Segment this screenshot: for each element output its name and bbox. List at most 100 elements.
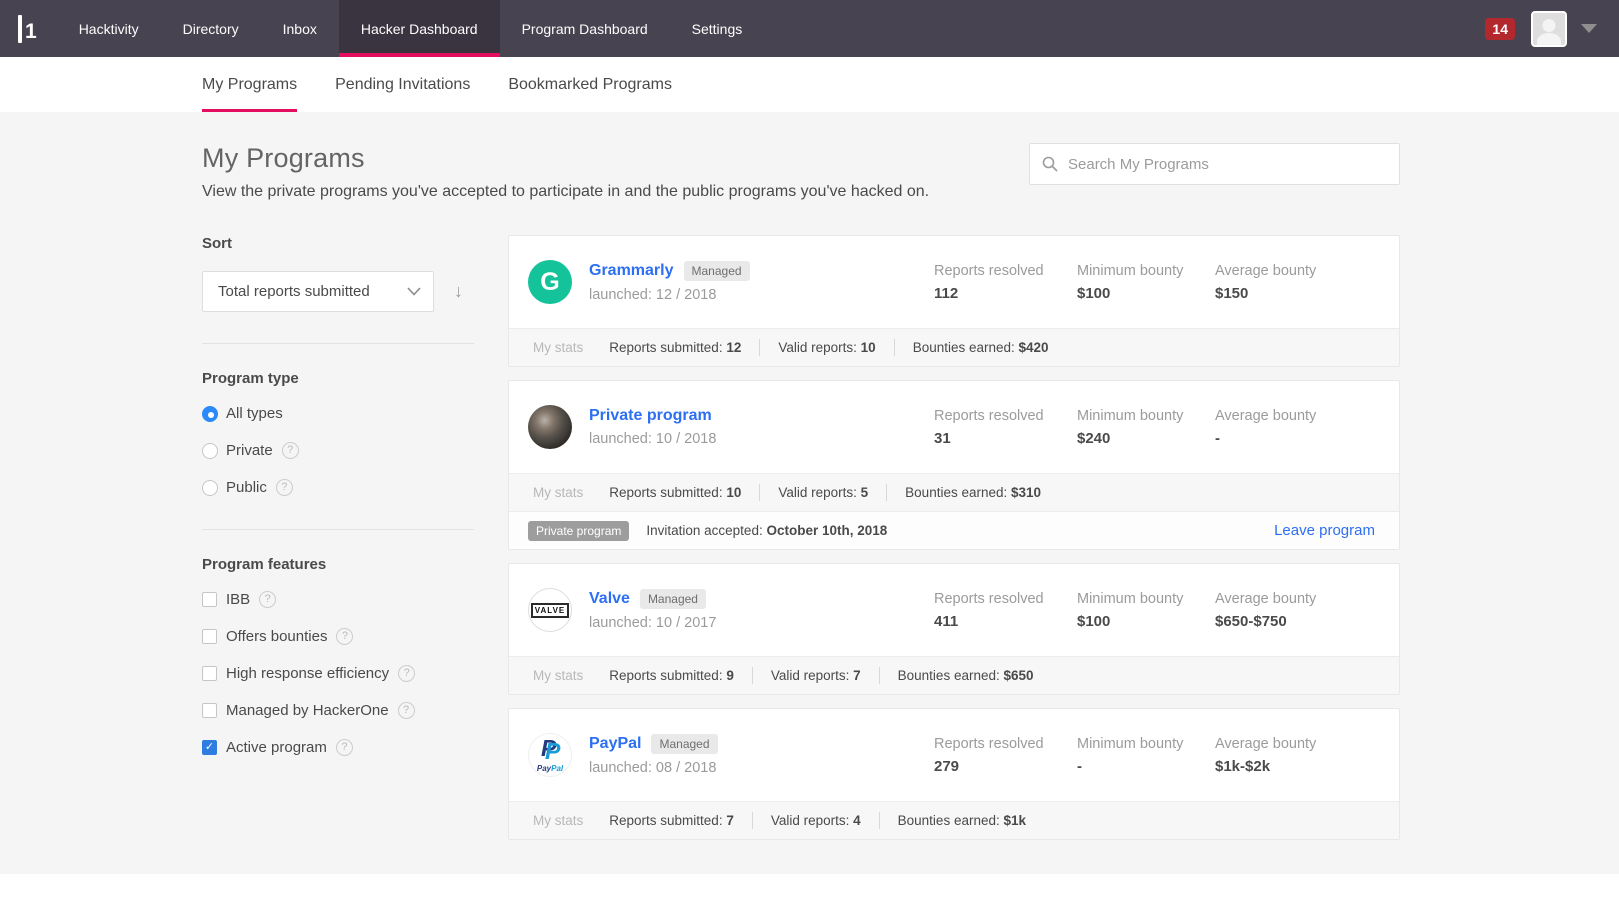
stat-divider <box>751 812 753 829</box>
stat-reports-resolved: Reports resolved 411 <box>934 591 1077 630</box>
program-feature-option-high-response-efficiency[interactable]: High response efficiency? <box>202 663 474 684</box>
my-stat-valid-reports: Valid reports: 5 <box>778 485 869 500</box>
nav-item-settings[interactable]: Settings <box>670 0 765 57</box>
nav-item-inbox[interactable]: Inbox <box>261 0 339 57</box>
launched-date: launched: 10 / 2017 <box>589 615 717 631</box>
program-list: G Grammarly Managed launched: 12 / 2018 Repo… <box>508 235 1400 853</box>
program-feature-options: IBB? Offers bounties? High response effici… <box>202 589 474 758</box>
help-icon[interactable]: ? <box>397 702 415 719</box>
my-stats-label: My stats <box>533 340 584 355</box>
nav-item-hacktivity[interactable]: Hacktivity <box>57 0 161 57</box>
my-stat-bounties-earned: Bounties earned: $420 <box>912 340 1049 355</box>
managed-badge: Managed <box>651 734 718 754</box>
stat-value: $240 <box>1077 429 1111 447</box>
program-card-main: Private program launched: 10 / 2018 Report… <box>509 381 1399 473</box>
checkbox-ibb[interactable] <box>202 592 217 607</box>
help-icon[interactable]: ? <box>281 442 299 459</box>
program-link-grammarly[interactable]: Grammarly <box>589 262 674 280</box>
leave-program-link[interactable]: Leave program <box>1274 522 1375 539</box>
checkbox-high-response-efficiency[interactable] <box>202 666 217 681</box>
search-input[interactable] <box>1029 143 1400 185</box>
page-header: My Programs View the private programs yo… <box>202 143 1400 201</box>
program-type-option-all-types[interactable]: All types <box>202 403 474 424</box>
stat-label: Minimum bounty <box>1077 735 1184 752</box>
program-type-option-private[interactable]: Private? <box>202 440 474 461</box>
checkbox-managed-by-hackerone[interactable] <box>202 703 217 718</box>
tab-my-programs[interactable]: My Programs <box>202 57 298 112</box>
program-type-option-public[interactable]: Public? <box>202 477 474 498</box>
program-type-options: All types Private? Public? <box>202 403 474 498</box>
nav-item-directory[interactable]: Directory <box>161 0 261 57</box>
stat-label: Average bounty <box>1215 590 1317 607</box>
option-label: Offers bounties <box>226 628 328 645</box>
checkbox-offers-bounties[interactable] <box>202 629 217 644</box>
option-label: Public <box>226 479 267 496</box>
nav-item-hacker-dashboard[interactable]: Hacker Dashboard <box>338 0 500 57</box>
help-icon[interactable]: ? <box>336 628 354 645</box>
tab-bookmarked-programs[interactable]: Bookmarked Programs <box>508 57 672 112</box>
managed-badge: Managed <box>639 589 706 609</box>
hackerone-logo[interactable]: 1 <box>0 0 57 57</box>
sort-direction-arrow-icon[interactable]: ↓ <box>454 281 463 302</box>
stat-average-bounty: Average bounty $1k-$2k <box>1215 736 1375 775</box>
tab-bar: My Programs Pending Invitations Bookmarked… <box>0 57 1619 112</box>
screen: 1 Hacktivity Directory Inbox Hacker Dashboa… <box>0 0 1619 902</box>
sort-selected-value: Total reports submitted <box>218 283 370 300</box>
stat-divider <box>878 812 880 829</box>
program-feature-option-active-program[interactable]: ✓ Active program? <box>202 737 474 758</box>
option-label: IBB <box>226 591 251 608</box>
search-wrap <box>1029 143 1400 185</box>
sort-select[interactable]: Total reports submitted <box>202 271 434 312</box>
radio-private[interactable] <box>202 442 218 459</box>
stat-label: Minimum bounty <box>1077 262 1184 279</box>
my-stats-row: My stats Reports submitted: 12 Valid repor… <box>509 328 1399 366</box>
stat-label: Reports resolved <box>934 735 1044 752</box>
stat-value: - <box>1215 429 1220 447</box>
stat-value: $100 <box>1077 612 1111 630</box>
program-link-paypal[interactable]: PayPal <box>589 735 641 753</box>
program-type-group: Program type All types Private? Public? <box>202 370 474 498</box>
checkbox-active-program[interactable]: ✓ <box>202 740 217 755</box>
my-stat-valid-reports: Valid reports: 4 <box>770 813 861 828</box>
stat-value: $150 <box>1215 284 1249 302</box>
help-icon[interactable]: ? <box>398 665 416 682</box>
program-feature-option-ibb[interactable]: IBB? <box>202 589 474 610</box>
my-stat-reports-submitted: Reports submitted: 7 <box>609 813 734 828</box>
stat-value: 31 <box>934 429 951 447</box>
program-features-heading: Program features <box>202 556 327 573</box>
radio-public[interactable] <box>202 479 218 496</box>
stat-value: - <box>1077 757 1082 775</box>
program-link-private-program[interactable]: Private program <box>589 407 712 425</box>
stat-label: Minimum bounty <box>1077 590 1184 607</box>
help-icon[interactable]: ? <box>275 479 293 496</box>
program-link-valve[interactable]: Valve <box>589 590 630 608</box>
program-feature-option-managed-by-hackerone[interactable]: Managed by HackerOne? <box>202 700 474 721</box>
divider <box>202 343 474 344</box>
option-label: Private <box>226 442 273 459</box>
tab-pending-invitations[interactable]: Pending Invitations <box>335 57 470 112</box>
radio-all-types[interactable] <box>202 405 218 422</box>
stat-label: Minimum bounty <box>1077 407 1184 424</box>
launched-date: launched: 12 / 2018 <box>589 287 717 303</box>
program-card-main: G Grammarly Managed launched: 12 / 2018 Repo… <box>509 236 1399 328</box>
private-program-badge: Private program <box>528 520 630 541</box>
my-stats-label: My stats <box>533 813 584 828</box>
my-stat-reports-submitted: Reports submitted: 12 <box>609 340 742 355</box>
program-stats: Reports resolved 112 Minimum bounty $100 Ave… <box>934 263 1375 302</box>
page-title-block: My Programs View the private programs yo… <box>202 143 929 201</box>
my-stat-reports-submitted: Reports submitted: 9 <box>609 668 734 683</box>
program-feature-option-offers-bounties[interactable]: Offers bounties? <box>202 626 474 647</box>
help-icon[interactable]: ? <box>335 739 353 756</box>
stat-label: Average bounty <box>1215 407 1317 424</box>
account-menu-caret-icon[interactable] <box>1581 24 1597 33</box>
private-program-row: Private program Invitation accepted: Octo… <box>509 511 1399 549</box>
launched-date: launched: 10 / 2018 <box>589 431 717 447</box>
program-card-main: VALVE Valve Managed launched: 10 / 2017 Repo… <box>509 564 1399 656</box>
avatar[interactable] <box>1531 10 1567 47</box>
program-card-main: P P PayPal PayPal Managed launched: 08 / 2018… <box>509 709 1399 801</box>
stat-value: 112 <box>934 284 959 302</box>
nav-item-program-dashboard[interactable]: Program Dashboard <box>500 0 670 57</box>
my-stat-bounties-earned: Bounties earned: $310 <box>905 485 1042 500</box>
notification-badge[interactable]: 14 <box>1485 17 1515 40</box>
help-icon[interactable]: ? <box>259 591 277 608</box>
